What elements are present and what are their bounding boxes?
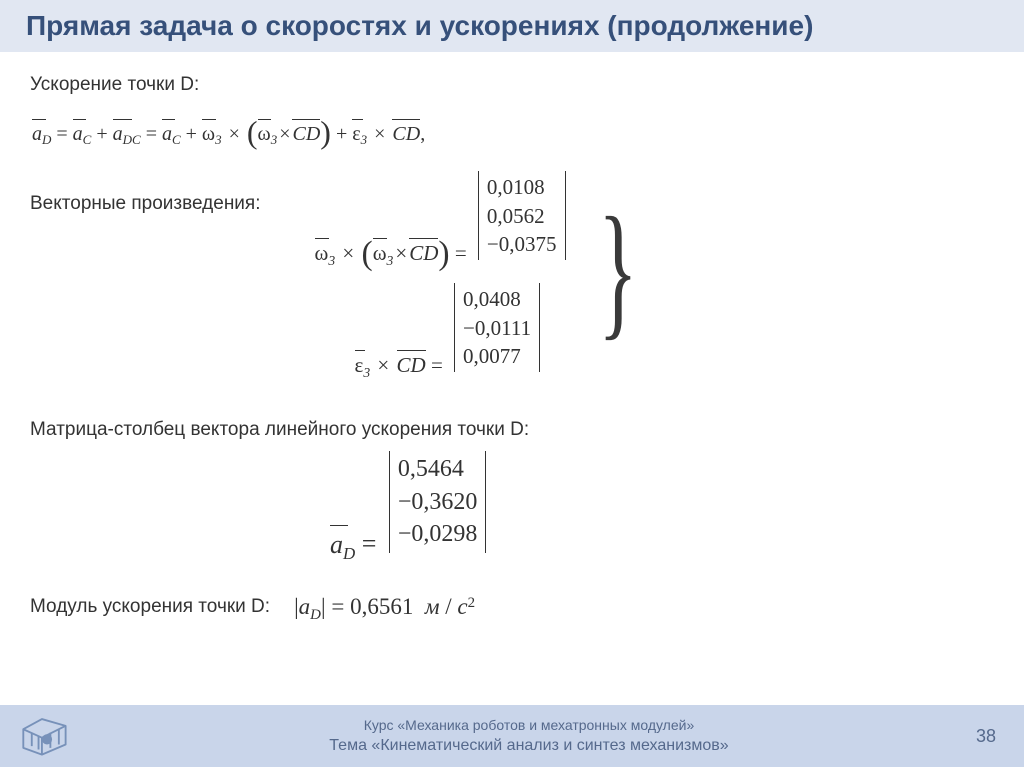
section4-label: Модуль ускорения точки D: [30,594,270,621]
section3-label: Матрица-столбец вектора линейного ускоре… [30,417,994,444]
page-number: 38 [976,726,996,747]
aD-r1: 0,5464 [398,453,464,485]
vector-product-1: ω3 × (ω3×CD) = 0,0108 0,0562 −0,0375 [315,171,572,273]
footer-logo-icon [16,714,78,758]
aD-r2: −0,3620 [398,486,478,518]
section1-label: Ускорение точки D: [30,72,994,99]
vector-products-group: ω3 × (ω3×CD) = 0,0108 0,0562 −0,0375 [315,171,654,380]
title-bar: Прямая задача о скоростях и ускорениях (… [0,0,1024,52]
aD-magnitude: |aD| = 0,6561 м / с2 [294,591,475,623]
aD-column-matrix: aD = 0,5464 −0,3620 −0,0298 [330,451,994,563]
slide-title: Прямая задача о скоростях и ускорениях (… [26,10,998,42]
aD-r3: −0,0298 [398,518,478,550]
m1-r3: −0,0375 [487,230,557,258]
footer-theme: Тема «Кинематический анализ и синтез мех… [94,735,964,757]
slide-content: Ускорение точки D: aD = aC + aDC = aC + … [0,52,1024,623]
m2-r2: −0,0111 [463,314,531,342]
grouping-brace [572,201,654,351]
acceleration-equation: aD = aC + aDC = aC + ω3 × (ω3×CD) + ε3 ×… [32,107,994,152]
footer-text: Курс «Механика роботов и мехатронных мод… [94,716,964,756]
m1-r1: 0,0108 [487,173,545,201]
section2-label: Векторные произведения: [30,171,261,218]
m2-r1: 0,0408 [463,285,521,313]
m1-r2: 0,0562 [487,202,545,230]
footer-course: Курс «Механика роботов и мехатронных мод… [94,716,964,735]
slide-footer: Курс «Механика роботов и мехатронных мод… [0,705,1024,767]
m2-r3: 0,0077 [463,342,521,370]
vector-product-2: ε3 × CD = 0,0408 −0,0111 0,0077 [355,283,547,380]
